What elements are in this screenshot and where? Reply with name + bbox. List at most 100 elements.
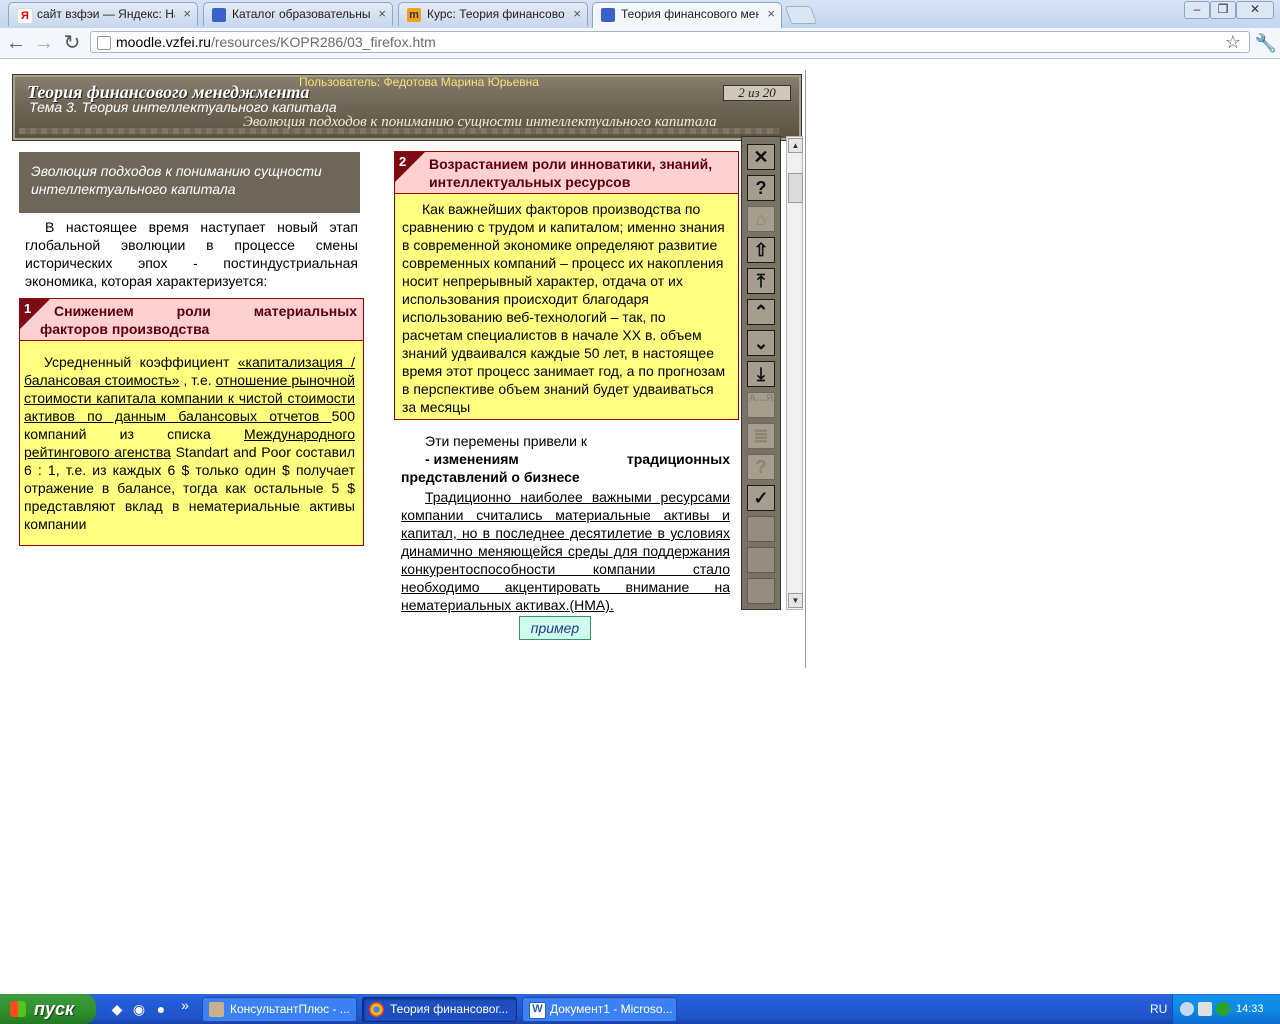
close-icon[interactable]: × <box>573 3 581 25</box>
title-word: Снижением <box>54 303 134 319</box>
changes-intro: Эти перемены привели к <box>425 433 588 449</box>
page-icon <box>97 36 111 50</box>
taskbar-item[interactable]: W Документ1 - Microso... <box>522 997 677 1022</box>
browser-tab[interactable]: Я сайт взфэи — Яндекс: Нашё × <box>8 2 198 26</box>
text-run: , т.е. <box>179 372 216 388</box>
scroll-thumb[interactable] <box>788 173 803 203</box>
taskbar-item-active[interactable]: Теория финансовог... <box>362 997 517 1022</box>
scroll-up-arrow-icon[interactable]: ▲ <box>788 138 803 153</box>
traditional-resources-text[interactable]: Традиционно наиболее важными ресурсами к… <box>401 488 730 614</box>
decorative-strip <box>19 128 779 134</box>
clock: 14:33 <box>1236 1003 1264 1015</box>
url-host: moodle.vzfei.ru <box>116 34 211 50</box>
tab-title: Каталог образовательных р <box>232 7 370 21</box>
frame-divider <box>805 70 806 668</box>
bullet-continuation: представлений о бизнесе <box>401 469 580 485</box>
taskbar-item-label: КонсультантПлюс - ... <box>230 1002 350 1016</box>
browser-tab[interactable]: m Курс: Теория финансового м × <box>398 2 588 26</box>
quicklaunch-icon[interactable]: ◉ <box>130 1000 148 1018</box>
tab-title: Теория финансового менедж <box>621 7 759 21</box>
factor-title-line: факторов производства <box>40 321 210 337</box>
page-counter: 2 из 20 <box>723 85 791 101</box>
close-icon[interactable]: × <box>767 3 775 25</box>
quicklaunch-icon[interactable]: ◆ <box>108 1000 126 1018</box>
close-icon[interactable]: × <box>378 3 386 25</box>
minimize-button[interactable]: – <box>1184 1 1210 19</box>
reload-icon[interactable]: ↻ <box>60 31 84 55</box>
factor-box-body: Усредненный коэффициент «капитализация /… <box>20 341 363 533</box>
check-nav-button[interactable]: ✓ <box>747 485 775 511</box>
title-word: материальных <box>253 303 357 319</box>
help-nav-button[interactable]: ? <box>747 175 775 201</box>
maximize-button[interactable]: ❐ <box>1210 1 1236 19</box>
scroll-down-arrow-icon[interactable]: ▼ <box>788 593 803 608</box>
tray-arrow-icon[interactable] <box>1180 1002 1194 1016</box>
window-close-button[interactable]: ✕ <box>1236 1 1274 19</box>
intro-paragraph: В настоящее время наступает новый этап г… <box>25 219 358 289</box>
address-bar[interactable]: moodle.vzfei.ru/resources/KOPR286/03_fir… <box>90 31 1250 53</box>
page-icon <box>601 8 615 22</box>
up-nav-button[interactable]: ⇧ <box>747 237 775 263</box>
quiz-nav-button[interactable]: ? <box>747 454 775 480</box>
close-nav-button[interactable]: ✕ <box>747 144 775 170</box>
antivirus-icon[interactable] <box>1216 1002 1230 1016</box>
notes-nav-button[interactable]: ≣ <box>747 423 775 449</box>
glossary-nav-button[interactable]: А…Я <box>747 392 775 418</box>
frame-scrollbar[interactable]: ▲ ▼ <box>786 136 803 610</box>
word-icon: W <box>529 1002 546 1019</box>
close-icon[interactable]: × <box>183 3 191 25</box>
consultant-icon <box>209 1002 224 1017</box>
chrome-icon <box>369 1002 384 1017</box>
browser-tab-strip: Я сайт взфэи — Яндекс: Нашё × Каталог об… <box>0 0 1280 28</box>
factor-box-body: Как важнейших факторов производства по с… <box>395 194 738 416</box>
home-nav-button[interactable]: ⌂ <box>747 206 775 232</box>
back-arrow-icon[interactable]: ← <box>4 31 28 55</box>
factor-text: Усредненный коэффициент «капитализация /… <box>24 353 355 533</box>
browser-tab-active[interactable]: Теория финансового менедж × <box>592 2 782 28</box>
browser-tab[interactable]: Каталог образовательных р × <box>203 2 393 26</box>
user-name: Пользователь: Федотова Марина Юрьевна <box>299 75 539 89</box>
factor-box-1: 1 Снижением роли материальных факторов п… <box>19 298 364 546</box>
text-run: Усредненный коэффициент <box>44 354 238 370</box>
page-icon <box>212 8 226 22</box>
factor-number: 1 <box>24 301 32 316</box>
wrench-icon[interactable]: 🔧 <box>1254 31 1278 55</box>
browser-toolbar: ← → ↻ moodle.vzfei.ru/resources/KOPR286/… <box>0 28 1280 59</box>
changes-bullet: - изменениям традиционных <box>401 450 730 468</box>
prev-nav-button[interactable]: ⌃ <box>747 299 775 325</box>
bullet-text: - изменениям <box>425 451 519 467</box>
factor-number: 2 <box>399 154 407 169</box>
start-button[interactable]: пуск <box>0 994 96 1024</box>
factor-box-header: 2 Возрастанием роли инноватики, знаний, … <box>395 152 738 194</box>
last-page-nav-button[interactable]: ⤓ <box>747 361 775 387</box>
yandex-icon: Я <box>17 8 33 24</box>
url-path: /resources/KOPR286/03_firefox.htm <box>210 34 436 50</box>
tab-title: сайт взфэи — Яндекс: Нашё <box>37 7 175 21</box>
new-tab-button[interactable] <box>784 6 818 24</box>
example-button[interactable]: пример <box>519 616 591 640</box>
start-label: пуск <box>34 999 75 1019</box>
bookmark-star-icon[interactable]: ☆ <box>1225 32 1241 52</box>
moodle-icon: m <box>407 8 421 22</box>
taskbar-item[interactable]: КонсультантПлюс - ... <box>202 997 357 1022</box>
section-heading: Эволюция подходов к пониманию сущности и… <box>19 152 360 213</box>
network-icon[interactable] <box>1198 1002 1212 1016</box>
blank-nav-button-2 <box>747 547 775 573</box>
blank-nav-button-1 <box>747 516 775 542</box>
bullet-text: традиционных <box>626 451 730 467</box>
changes-section: Эти перемены привели к - изменениям трад… <box>401 432 730 614</box>
factor-box-header: 1 Снижением роли материальных факторов п… <box>20 299 363 341</box>
windows-logo-icon <box>10 1001 26 1017</box>
blank-nav-button-3 <box>747 578 775 604</box>
next-nav-button[interactable]: ⌄ <box>747 330 775 356</box>
forward-arrow-icon[interactable]: → <box>32 31 56 55</box>
title-word: роли <box>176 303 211 319</box>
language-indicator[interactable]: RU <box>1150 994 1167 1024</box>
first-page-nav-button[interactable]: ⤒ <box>747 268 775 294</box>
taskbar-item-label: Документ1 - Microso... <box>550 1002 672 1016</box>
factor-box-2: 2 Возрастанием роли инноватики, знаний, … <box>394 151 739 420</box>
topic-title: Тема 3. Теория интеллектуального капитал… <box>29 99 337 115</box>
chrome-icon[interactable]: ● <box>152 1000 170 1018</box>
course-banner: Пользователь: Федотова Марина Юрьевна Те… <box>12 74 802 141</box>
quicklaunch-more-icon[interactable]: » <box>176 996 194 1014</box>
